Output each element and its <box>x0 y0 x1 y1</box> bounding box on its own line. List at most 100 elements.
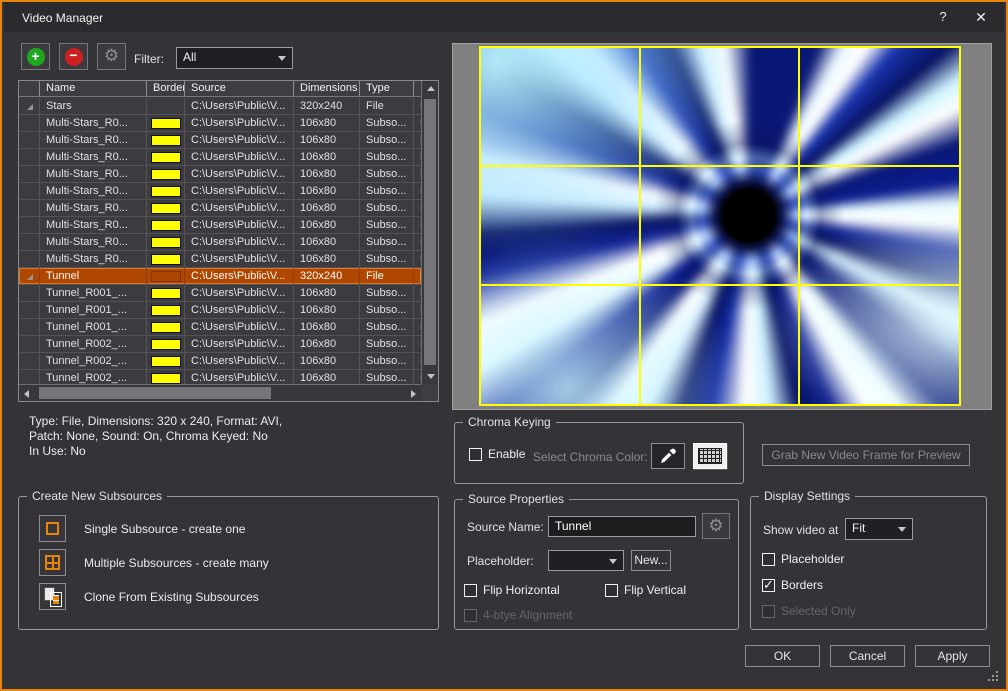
flip-vertical-label: Flip Vertical <box>624 583 686 597</box>
scroll-right-icon[interactable] <box>406 386 421 401</box>
table-row[interactable]: Multi-Stars_R0...C:\Users\Public\V...106… <box>19 149 421 166</box>
table-row[interactable]: Tunnel_R001_...C:\Users\Public\V...106x8… <box>19 302 421 319</box>
chroma-enable-checkbox[interactable]: Enable <box>469 447 525 461</box>
vertical-scrollbar[interactable] <box>421 81 438 384</box>
checkbox-icon[interactable] <box>469 448 482 461</box>
scroll-up-icon[interactable] <box>423 81 438 96</box>
row-type: Subso... <box>360 353 414 369</box>
column-header-name[interactable]: Name <box>40 81 147 96</box>
gear-icon: ⚙ <box>708 518 723 535</box>
chroma-color-palette-button[interactable] <box>693 443 727 469</box>
help-icon[interactable]: ? <box>932 7 954 27</box>
placeholder-display-checkbox[interactable]: Placeholder <box>762 552 844 566</box>
border-color-swatch <box>151 322 181 333</box>
ok-button[interactable]: OK <box>745 645 820 667</box>
row-type: Subso... <box>360 234 414 250</box>
expander-icon[interactable] <box>27 104 33 110</box>
row-inuse: No <box>414 200 421 216</box>
row-type: Subso... <box>360 302 414 318</box>
row-inuse: No <box>414 370 421 384</box>
new-placeholder-button[interactable]: New... <box>631 550 671 571</box>
source-settings-button[interactable]: ⚙ <box>97 43 126 70</box>
resize-grip[interactable] <box>988 671 998 681</box>
scroll-down-icon[interactable] <box>423 369 438 384</box>
row-dimensions: 106x80 <box>294 353 360 369</box>
column-header-inuse[interactable]: In Use <box>414 81 421 96</box>
column-header-source[interactable]: Source <box>185 81 294 96</box>
border-swatch <box>147 353 185 369</box>
row-source: C:\Users\Public\V... <box>185 217 294 233</box>
border-color-swatch <box>151 237 181 248</box>
checkbox-icon[interactable] <box>762 579 775 592</box>
expander-icon[interactable] <box>27 274 33 280</box>
column-header-dimensions[interactable]: Dimensions <box>294 81 360 96</box>
cancel-button[interactable]: Cancel <box>830 645 905 667</box>
table-row[interactable]: Multi-Stars_R0...C:\Users\Public\V...106… <box>19 115 421 132</box>
row-dimensions: 106x80 <box>294 234 360 250</box>
checkbox-icon[interactable] <box>762 553 775 566</box>
close-icon[interactable]: ✕ <box>970 7 992 27</box>
single-subsource-icon[interactable] <box>39 515 66 542</box>
flip-vertical-checkbox[interactable]: Flip Vertical <box>605 583 686 597</box>
row-dimensions: 320x240 <box>294 98 360 114</box>
gear-icon: ⚙ <box>104 48 119 65</box>
table-row[interactable]: Tunnel_R002_...C:\Users\Public\V...106x8… <box>19 353 421 370</box>
border-swatch <box>147 183 185 199</box>
table-row[interactable]: Multi-Stars_R0...C:\Users\Public\V...106… <box>19 132 421 149</box>
checkbox-icon[interactable] <box>605 584 618 597</box>
row-name: Tunnel_R001_... <box>40 285 147 301</box>
eyedropper-icon <box>659 447 677 465</box>
byte-alignment-checkbox[interactable]: 4-btye Alignment <box>464 608 572 622</box>
filter-dropdown[interactable]: All <box>176 47 293 69</box>
table-body: StarsC:\Users\Public\V...320x240FileNoMu… <box>19 98 421 384</box>
table-row[interactable]: Multi-Stars_R0...C:\Users\Public\V...106… <box>19 217 421 234</box>
table-row[interactable]: TunnelC:\Users\Public\V...320x240FileNo <box>19 268 421 285</box>
row-inuse: No <box>414 319 421 335</box>
column-header-border[interactable]: Border <box>147 81 185 96</box>
multiple-subsources-icon[interactable] <box>39 549 66 576</box>
row-name: Tunnel <box>40 268 147 284</box>
row-name: Stars <box>40 98 147 114</box>
table-row[interactable]: Multi-Stars_R0...C:\Users\Public\V...106… <box>19 166 421 183</box>
border-swatch <box>147 115 185 131</box>
placeholder-dropdown[interactable] <box>548 550 624 571</box>
horizontal-scroll-thumb[interactable] <box>39 387 271 399</box>
horizontal-scrollbar[interactable] <box>19 384 421 401</box>
add-source-button[interactable]: + <box>21 43 50 70</box>
source-name-input[interactable]: Tunnel <box>548 516 696 537</box>
table-row[interactable]: Multi-Stars_R0...C:\Users\Public\V...106… <box>19 251 421 268</box>
table-row[interactable]: Tunnel_R002_...C:\Users\Public\V...106x8… <box>19 336 421 353</box>
vertical-scroll-thumb[interactable] <box>424 99 436 365</box>
eyedropper-button[interactable] <box>651 443 685 469</box>
create-subsource-item[interactable]: Single Subsource - create one <box>39 515 245 542</box>
row-source: C:\Users\Public\V... <box>185 370 294 384</box>
video-preview[interactable] <box>479 46 961 406</box>
create-subsource-item[interactable]: Multiple Subsources - create many <box>39 549 269 576</box>
remove-source-button[interactable]: − <box>59 43 88 70</box>
column-header-type[interactable]: Type <box>360 81 414 96</box>
create-subsource-item[interactable]: Clone From Existing Subsources <box>39 583 259 610</box>
source-name-settings-button[interactable]: ⚙ <box>702 513 730 539</box>
scroll-left-icon[interactable] <box>19 386 34 401</box>
show-video-dropdown[interactable]: Fit <box>845 518 913 540</box>
table-header[interactable]: Name Border Source Dimensions Type In Us… <box>19 81 421 97</box>
border-color-swatch <box>151 339 181 350</box>
table-row[interactable]: Tunnel_R001_...C:\Users\Public\V...106x8… <box>19 319 421 336</box>
table-row[interactable]: Tunnel_R001_...C:\Users\Public\V...106x8… <box>19 285 421 302</box>
flip-horizontal-checkbox[interactable]: Flip Horizontal <box>464 583 560 597</box>
borders-checkbox[interactable]: Borders <box>762 578 823 592</box>
clone-subsources-icon[interactable] <box>39 583 66 610</box>
checkbox-icon[interactable] <box>464 584 477 597</box>
table-row[interactable]: Tunnel_R002_...C:\Users\Public\V...106x8… <box>19 370 421 384</box>
table-row[interactable]: Multi-Stars_R0...C:\Users\Public\V...106… <box>19 183 421 200</box>
grab-frame-button[interactable]: Grab New Video Frame for Preview <box>762 444 970 466</box>
placeholder-label: Placeholder: <box>467 554 534 568</box>
table-row[interactable]: Multi-Stars_R0...C:\Users\Public\V...106… <box>19 200 421 217</box>
apply-button[interactable]: Apply <box>915 645 990 667</box>
row-type: File <box>360 98 414 114</box>
titlebar[interactable]: Video Manager ? ✕ <box>4 2 1004 32</box>
selected-only-checkbox[interactable]: Selected Only <box>762 604 856 618</box>
table-row[interactable]: StarsC:\Users\Public\V...320x240FileNo <box>19 98 421 115</box>
table-row[interactable]: Multi-Stars_R0...C:\Users\Public\V...106… <box>19 234 421 251</box>
create-subsources-group: Create New Subsources Single Subsource -… <box>18 496 439 630</box>
